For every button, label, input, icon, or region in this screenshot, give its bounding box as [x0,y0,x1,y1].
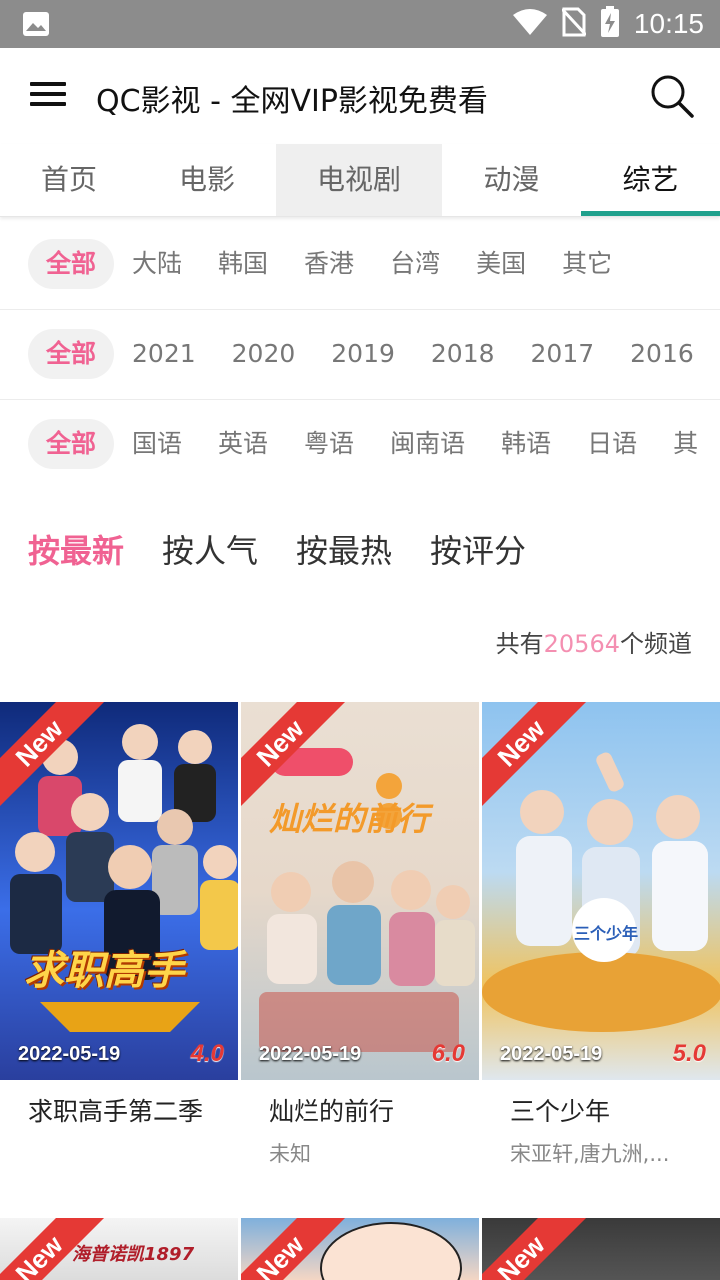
language-chip[interactable]: 其 [673,419,698,469]
poster-score: 4.0 [190,1040,224,1067]
card-title: 求职高手第二季 [28,1097,204,1126]
poster-date: 2022-05-19 [18,1043,121,1065]
channel-count: 共有20564个频道 [496,624,692,659]
poster-image: 灿烂的前行 New 2022-05-19 6.0 [241,702,479,1080]
tab-movies[interactable]: 电影 [138,144,276,216]
app-title: QC影视 - 全网VIP影视免费看 [96,84,488,119]
region-chip[interactable]: 其它 [562,239,612,289]
no-sim-icon [560,7,588,41]
menu-icon[interactable] [30,82,66,110]
battery-charging-icon [600,6,620,42]
gallery-icon [22,11,50,41]
region-chip[interactable]: 美国 [476,239,526,289]
clock: 10:15 [633,8,704,39]
count-number: 20564 [543,630,620,658]
language-chip[interactable]: 英语 [218,419,268,469]
language-chip[interactable]: 闽南语 [390,419,465,469]
year-chip[interactable]: 2021 [132,329,196,379]
year-chip[interactable]: 2020 [232,329,296,379]
content-card[interactable]: 海普诺凯1897 New [0,1218,238,1280]
tab-tv-series[interactable]: 电视剧 [276,144,442,216]
year-chip[interactable]: 全部 [28,329,115,379]
language-chip[interactable]: 韩语 [501,419,551,469]
content-card[interactable]: 求职高手 New 2022-05-19 4.0 求职高手第二季 [0,702,238,1182]
region-chip[interactable]: 香港 [304,239,354,289]
content-card[interactable]: 三个少年 New 2022-05-19 5.0 三个少年 宋亚轩,唐九洲,... [482,702,720,1182]
region-chip[interactable]: 全部 [28,239,115,289]
year-chip[interactable]: 2019 [331,329,395,379]
count-prefix: 共有 [495,630,544,658]
poster-caption: 灿烂的前行 [269,800,430,838]
poster-date: 2022-05-19 [500,1043,603,1065]
new-badge: New [482,1218,587,1280]
app-bar: QC影视 - 全网VIP影视免费看 [0,48,720,144]
card-subtitle: 未知 [269,1142,311,1166]
content-card[interactable]: New [482,1218,720,1280]
language-chip[interactable]: 全部 [28,419,115,469]
poster-caption: 三个少年 [574,924,639,943]
card-title: 灿烂的前行 [269,1097,395,1126]
language-chip[interactable]: 粤语 [304,419,354,469]
language-chip[interactable]: 日语 [587,419,637,469]
sort-hottest[interactable]: 按最热 [296,526,392,572]
content-card[interactable]: New [241,1218,479,1280]
card-subtitle: 宋亚轩,唐九洲,... [510,1142,670,1166]
region-chip[interactable]: 台湾 [390,239,440,289]
card-title: 三个少年 [510,1097,611,1126]
sort-options: 按最新 按人气 按最热 按评分 [28,526,526,572]
tab-home[interactable]: 首页 [0,144,138,216]
sort-rating[interactable]: 按评分 [430,526,526,572]
poster-score: 5.0 [672,1040,706,1067]
count-suffix: 个频道 [620,630,692,658]
sort-popularity[interactable]: 按人气 [162,526,258,572]
year-chip[interactable]: 2016 [630,329,694,379]
poster-date: 2022-05-19 [259,1043,362,1065]
sort-newest[interactable]: 按最新 [28,526,124,572]
year-filter-row: 全部 2021 2020 2019 2018 2017 2016 2 [0,309,720,400]
content-card[interactable]: 灿烂的前行 New 2022-05-19 6.0 灿烂的前行 未知 [241,702,479,1182]
search-icon[interactable] [648,72,696,120]
year-chip[interactable]: 2018 [431,329,495,379]
tab-anime[interactable]: 动漫 [442,144,581,216]
region-chip[interactable]: 大陆 [132,239,182,289]
year-chip[interactable]: 2017 [531,329,595,379]
region-chip[interactable]: 韩国 [218,239,268,289]
category-tabs: 首页 电影 电视剧 动漫 综艺 [0,144,720,217]
poster-caption: 求职高手 [24,948,184,994]
tab-variety[interactable]: 综艺 [581,144,720,216]
poster-caption: 海普诺凯1897 [72,1244,195,1265]
status-bar: 10:15 [0,0,720,48]
language-chip[interactable]: 国语 [132,419,182,469]
poster-score: 6.0 [431,1040,465,1067]
poster-image: 求职高手 New 2022-05-19 4.0 [0,702,238,1080]
region-filter-row: 全部 大陆 韩国 香港 台湾 美国 其它 [0,219,720,310]
wifi-icon [512,8,548,40]
language-filter-row: 全部 国语 英语 粤语 闽南语 韩语 日语 其 [0,399,720,489]
poster-image: 三个少年 New 2022-05-19 5.0 [482,702,720,1080]
